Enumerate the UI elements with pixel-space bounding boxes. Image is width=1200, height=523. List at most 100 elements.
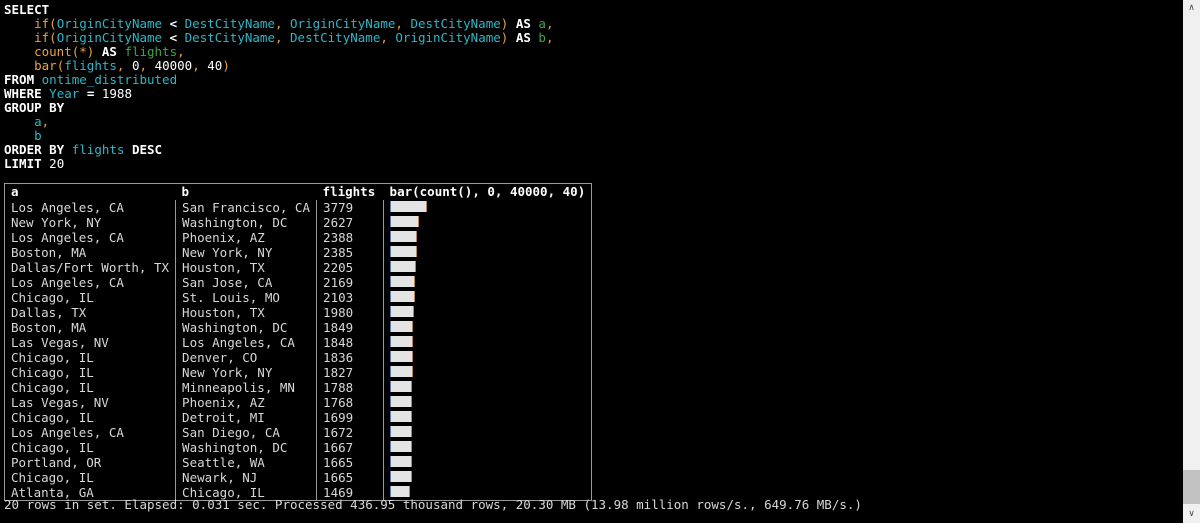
vertical-scrollbar[interactable]: ∧ ∨ bbox=[1182, 0, 1200, 523]
table-row: Chicago, IL Minneapolis, MN 1788 bbox=[3, 380, 593, 395]
cell-a: Dallas, TX bbox=[3, 305, 176, 320]
cell-flights: 3779 bbox=[316, 200, 384, 215]
cell-flights: 2169 bbox=[316, 275, 384, 290]
cell-flights: 1788 bbox=[316, 380, 384, 395]
cell-flights: 2388 bbox=[316, 230, 384, 245]
sql-token: if bbox=[34, 16, 50, 31]
sql-token: AS bbox=[515, 30, 531, 45]
bar-container bbox=[390, 276, 585, 290]
bar-fill bbox=[390, 231, 417, 242]
sql-line: b bbox=[4, 129, 1182, 143]
bar-container bbox=[390, 351, 585, 365]
sql-token: LIMIT bbox=[4, 156, 42, 171]
cell-a: New York, NY bbox=[3, 215, 176, 230]
sql-token: OriginCityName bbox=[56, 16, 163, 31]
sql-token: DESC bbox=[131, 142, 163, 157]
table-row: Chicago, IL New York, NY 1827 bbox=[3, 365, 593, 380]
cell-b: San Diego, CA bbox=[175, 425, 317, 440]
sql-token: AS bbox=[101, 44, 117, 59]
scroll-down-arrow-icon[interactable]: ∨ bbox=[1183, 506, 1200, 523]
scroll-up-arrow-icon[interactable]: ∧ bbox=[1183, 0, 1200, 17]
sql-token: , bbox=[177, 44, 185, 59]
scrollbar-track[interactable] bbox=[1183, 17, 1200, 470]
bar-container bbox=[390, 306, 585, 320]
sql-token: , bbox=[274, 16, 283, 31]
bar-fill bbox=[390, 306, 414, 317]
table-row: Boston, MA New York, NY 2385 bbox=[3, 245, 593, 260]
cell-b: New York, NY bbox=[175, 365, 317, 380]
sql-token: a bbox=[34, 114, 42, 129]
cell-b: Washington, DC bbox=[175, 320, 317, 335]
cell-b: Phoenix, AZ bbox=[175, 230, 317, 245]
sql-token: ( bbox=[49, 16, 57, 31]
table-row: Los Angeles, CA San Diego, CA 1672 bbox=[3, 425, 593, 440]
column-header-flights: flights bbox=[316, 183, 384, 200]
cell-b: Los Angeles, CA bbox=[175, 335, 317, 350]
sql-token: flights bbox=[64, 58, 117, 73]
sql-token: DestCityName bbox=[290, 30, 381, 45]
bar-container bbox=[390, 201, 585, 215]
sql-token: AS bbox=[515, 16, 531, 31]
sql-line: GROUP BY bbox=[4, 101, 1182, 115]
bar-container bbox=[390, 246, 585, 260]
cell-bar bbox=[383, 410, 593, 425]
sql-token: (*) bbox=[71, 44, 95, 59]
column-header-b: b bbox=[175, 183, 317, 200]
cell-b: San Jose, CA bbox=[175, 275, 317, 290]
terminal-window: SELECT if(OriginCityName < DestCityName,… bbox=[0, 0, 1182, 523]
cell-b: Washington, DC bbox=[175, 215, 317, 230]
sql-token: Year bbox=[49, 86, 80, 101]
sql-token: , bbox=[274, 30, 283, 45]
scrollbar-thumb[interactable] bbox=[1183, 470, 1200, 504]
cell-b: San Francisco, CA bbox=[175, 200, 317, 215]
bar-container bbox=[390, 231, 585, 245]
bar-container bbox=[390, 381, 585, 395]
bar-fill bbox=[390, 471, 412, 482]
sql-token: , bbox=[380, 30, 388, 45]
bar-fill bbox=[390, 216, 419, 227]
cell-bar bbox=[383, 395, 593, 410]
cell-b: St. Louis, MO bbox=[175, 290, 317, 305]
sql-token: 1988 bbox=[101, 86, 132, 101]
bar-container bbox=[390, 336, 585, 350]
cell-a: Chicago, IL bbox=[3, 380, 176, 395]
cell-flights: 2627 bbox=[316, 215, 384, 230]
sql-token: flights bbox=[71, 142, 125, 157]
cell-b: Newark, NJ bbox=[175, 470, 317, 485]
cell-flights: 1665 bbox=[316, 455, 384, 470]
cell-bar bbox=[383, 200, 593, 215]
cell-a: Chicago, IL bbox=[3, 470, 176, 485]
cell-bar bbox=[383, 260, 593, 275]
sql-token: bar bbox=[34, 58, 57, 73]
bar-fill bbox=[390, 201, 428, 212]
table-row: Las Vegas, NV Phoenix, AZ 1768 bbox=[3, 395, 593, 410]
column-header-bar: bar(count(), 0, 40000, 40) bbox=[383, 183, 593, 200]
cell-bar bbox=[383, 305, 593, 320]
cell-flights: 1667 bbox=[316, 440, 384, 455]
cell-flights: 1849 bbox=[316, 320, 384, 335]
cell-a: Chicago, IL bbox=[3, 410, 176, 425]
sql-token: , bbox=[41, 114, 50, 129]
cell-b: New York, NY bbox=[175, 245, 317, 260]
cell-a: Las Vegas, NV bbox=[3, 395, 176, 410]
cell-a: Chicago, IL bbox=[3, 350, 176, 365]
cell-bar bbox=[383, 320, 593, 335]
cell-bar bbox=[383, 275, 593, 290]
sql-token: , bbox=[545, 30, 554, 45]
bar-fill bbox=[390, 411, 412, 422]
sql-line: ORDER BY flights DESC bbox=[4, 143, 1182, 157]
sql-token: count bbox=[34, 44, 72, 59]
sql-token: FROM bbox=[4, 72, 35, 87]
table-row: Los Angeles, CA Phoenix, AZ 2388 bbox=[3, 230, 593, 245]
bar-container bbox=[390, 441, 585, 455]
cell-b: Denver, CO bbox=[175, 350, 317, 365]
cell-flights: 1848 bbox=[316, 335, 384, 350]
cell-flights: 2103 bbox=[316, 290, 384, 305]
